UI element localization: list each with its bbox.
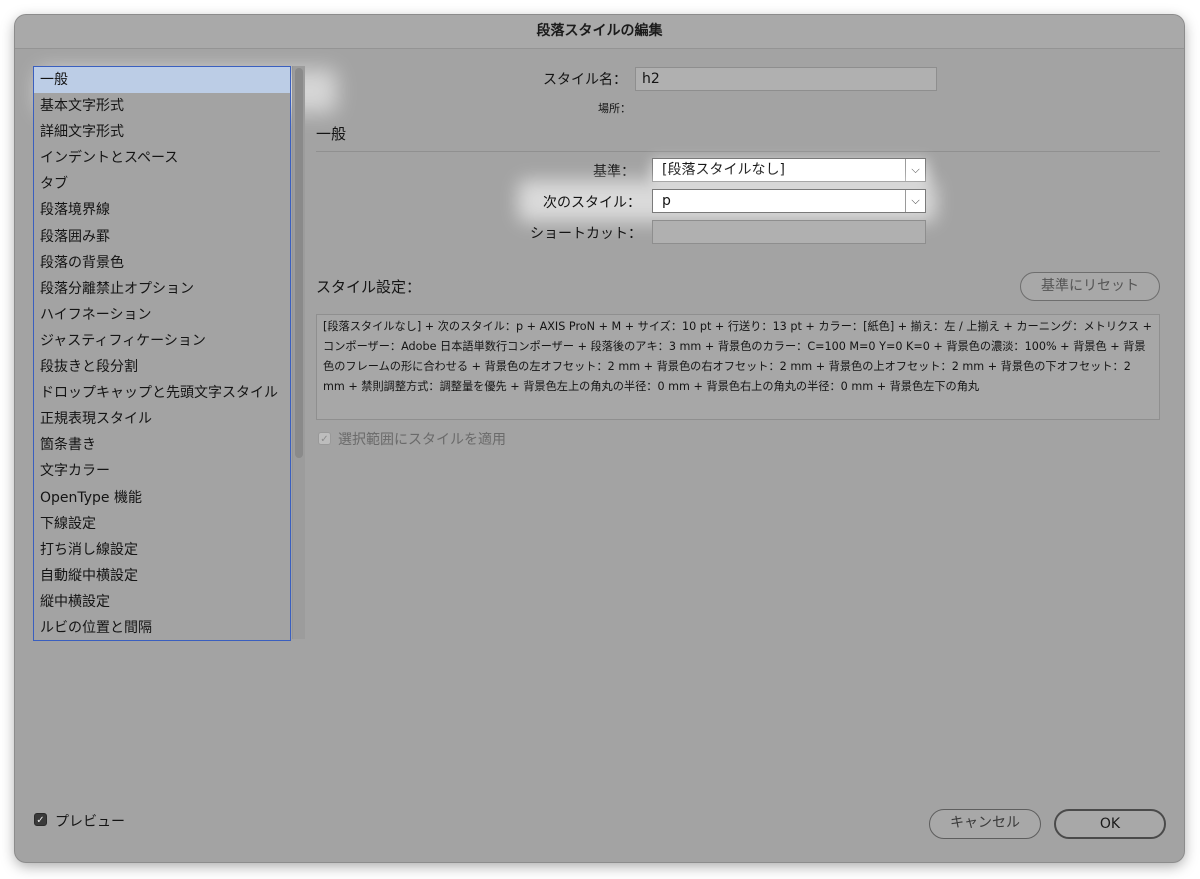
next-style-label: 次のスタイル： [543, 195, 641, 211]
location-label: 場所： [598, 102, 631, 115]
apply-style-checkbox[interactable]: ✓ [318, 432, 331, 445]
sidebar-item[interactable]: 段落分離禁止オプション [34, 276, 290, 302]
chevron-down-icon[interactable]: ⌵ [905, 190, 925, 212]
based-on-dropdown[interactable]: [段落スタイルなし] ⌵ [652, 158, 926, 182]
sidebar-item[interactable]: ハイフネーション [34, 302, 290, 328]
sidebar-item[interactable]: ドロップキャップと先頭文字スタイル [34, 380, 290, 406]
sidebar-item[interactable]: 一般 [34, 67, 290, 94]
style-name-input[interactable]: h2 [635, 67, 937, 91]
checkmark-icon: ✓ [320, 434, 329, 445]
shortcut-label: ショートカット： [530, 226, 642, 242]
sidebar-item[interactable]: 箇条書き [34, 432, 290, 458]
sidebar-item[interactable]: ルビの位置と間隔 [34, 615, 290, 640]
sidebar-item[interactable]: 自動縦中横設定 [34, 563, 290, 589]
section-title: 一般 [316, 125, 347, 143]
scrollbar-thumb[interactable] [295, 68, 303, 458]
preview-checkbox[interactable]: ✓ [34, 813, 47, 826]
sidebar-item[interactable]: 打ち消し線設定 [34, 537, 290, 563]
shortcut-input[interactable] [652, 220, 926, 244]
sidebar-item[interactable]: インデントとスペース [34, 145, 290, 171]
sidebar-item[interactable]: OpenType 機能 [34, 485, 290, 511]
chevron-down-icon[interactable]: ⌵ [905, 159, 925, 181]
next-style-dropdown[interactable]: p ⌵ [652, 189, 926, 213]
reset-to-base-button[interactable]: 基準にリセット [1020, 272, 1160, 301]
style-settings-description: [段落スタイルなし] + 次のスタイル：p + AXIS ProN + M + … [316, 314, 1160, 420]
sidebar-item[interactable]: 文字カラー [34, 458, 290, 484]
preview-label: プレビュー [55, 814, 125, 830]
dialog-window: 段落スタイルの編集 一般 基本文字形式 詳細文字形式 インデントとスペース タブ 段落境界… [15, 15, 1184, 862]
sidebar-item[interactable]: 正規表現スタイル [34, 406, 290, 432]
sidebar-item[interactable]: 縦中横設定 [34, 589, 290, 615]
style-name-label: スタイル名： [543, 72, 627, 88]
sidebar-item[interactable]: 詳細文字形式 [34, 119, 290, 145]
sidebar-item[interactable]: タブ [34, 171, 290, 197]
sidebar-item[interactable]: 段落囲み罫 [34, 224, 290, 250]
apply-style-label: 選択範囲にスタイルを適用 [338, 432, 506, 448]
next-style-value: p [662, 193, 671, 209]
checkmark-icon: ✓ [36, 815, 45, 826]
cancel-button[interactable]: キャンセル [929, 809, 1041, 839]
sidebar-item[interactable]: ジャスティフィケーション [34, 328, 290, 354]
section-divider [316, 151, 1160, 152]
sidebar-item[interactable]: 段落境界線 [34, 197, 290, 223]
style-settings-label: スタイル設定： [316, 278, 422, 296]
category-list-scrollbar[interactable] [292, 66, 305, 639]
ok-button[interactable]: OK [1054, 809, 1166, 839]
based-on-value: [段落スタイルなし] [662, 162, 785, 178]
sidebar-item[interactable]: 下線設定 [34, 511, 290, 537]
sidebar-item[interactable]: 段落の背景色 [34, 250, 290, 276]
based-on-label: 基準： [593, 164, 635, 180]
sidebar-item[interactable]: 段抜きと段分割 [34, 354, 290, 380]
sidebar-item[interactable]: 基本文字形式 [34, 93, 290, 119]
category-list[interactable]: 一般 基本文字形式 詳細文字形式 インデントとスペース タブ 段落境界線 段落囲み罫 段落の背… [33, 66, 291, 641]
dialog-title: 段落スタイルの編集 [15, 15, 1184, 49]
